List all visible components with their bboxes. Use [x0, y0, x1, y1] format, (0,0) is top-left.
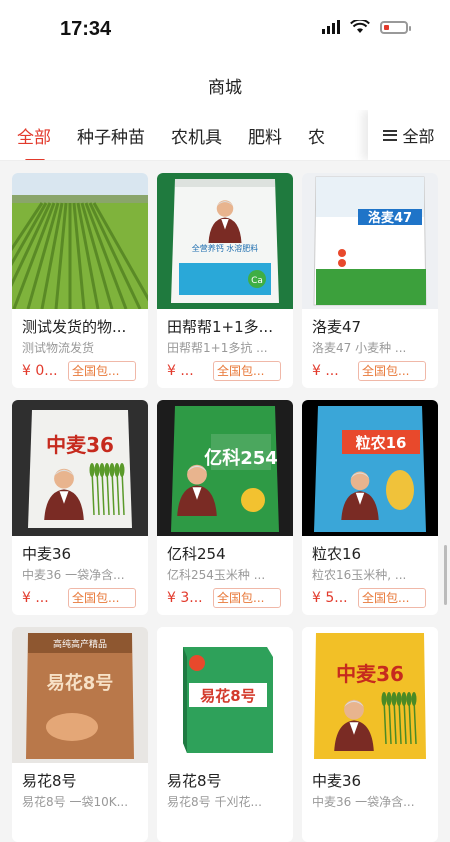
- shipping-tag: 全国包...: [68, 588, 136, 608]
- product-card[interactable]: 中麦36 中麦36 中麦36 一袋净含...: [302, 627, 438, 842]
- scrollbar[interactable]: [444, 545, 447, 605]
- battery-icon: [380, 20, 411, 34]
- shipping-tag: 全国包...: [213, 361, 281, 381]
- product-subtitle: 亿科254玉米种 ...: [167, 568, 266, 582]
- tab-2[interactable]: 农机具: [171, 123, 222, 148]
- product-image: 亿科254: [157, 400, 293, 536]
- product-card[interactable]: 中麦36 中麦36 中麦36 一袋净含... ¥ ... 全国包...: [12, 400, 148, 615]
- product-price: ¥ ...: [312, 363, 339, 379]
- product-subtitle: 田帮帮1+1多抗 ...: [167, 341, 268, 355]
- product-title: 中麦36: [312, 772, 362, 790]
- product-image: 粒农16: [302, 400, 438, 536]
- status-time: 17:34: [60, 18, 112, 40]
- svg-text:中麦36: 中麦36: [46, 433, 114, 457]
- product-image: 洛麦47: [302, 173, 438, 309]
- product-title: 易花8号: [22, 772, 77, 790]
- product-price: ¥ ...: [167, 363, 194, 379]
- product-card[interactable]: 洛麦47 洛麦47 洛麦47 小麦种 ... ¥ ... 全国包...: [302, 173, 438, 388]
- battery-level: [384, 24, 389, 30]
- product-image: 易花8号: [157, 627, 293, 763]
- svg-text:全营养钙 水溶肥料: 全营养钙 水溶肥料: [192, 243, 259, 253]
- product-title: 洛麦47: [312, 318, 362, 336]
- product-price: ¥ 3...: [167, 590, 203, 606]
- status-bar: 17:34: [0, 0, 450, 60]
- menu-icon: [383, 129, 398, 141]
- product-image: 全营养钙 水溶肥料 Ca: [157, 173, 293, 309]
- product-price: ¥ 0...: [22, 363, 58, 379]
- product-subtitle: 中麦36 一袋净含...: [22, 568, 125, 582]
- product-subtitle: 粒农16玉米种, ...: [312, 568, 407, 582]
- shipping-tag: 全国包...: [358, 361, 426, 381]
- product-card[interactable]: 亿科254 亿科254 亿科254玉米种 ... ¥ 3... 全国包...: [157, 400, 293, 615]
- tab-1[interactable]: 种子种苗: [77, 123, 145, 148]
- product-grid: 测试发货的物... 测试物流发货 ¥ 0... 全国包... 全营养钙 水溶肥料 Ca…: [12, 173, 440, 842]
- status-icons: [322, 20, 411, 34]
- product-card[interactable]: 全营养钙 水溶肥料 Ca 田帮帮1+1多... 田帮帮1+1多抗 ... ¥ ... 全…: [157, 173, 293, 388]
- product-card[interactable]: 高纯高产精品 易花8号 易花8号易花8号 一袋10K...: [12, 627, 148, 842]
- svg-text:亿科254: 亿科254: [204, 447, 278, 469]
- product-title: 亿科254: [167, 545, 226, 563]
- tab-3[interactable]: 肥料: [248, 123, 282, 148]
- product-title: 田帮帮1+1多...: [167, 318, 273, 336]
- category-tabs: 全部 种子种苗 农机具 肥料 农: [17, 110, 325, 160]
- product-subtitle: 洛麦47 小麦种 ...: [312, 341, 407, 355]
- svg-text:粒农16: 粒农16: [356, 434, 407, 452]
- product-subtitle: 易花8号 千刈花...: [167, 795, 262, 809]
- product-subtitle: 中麦36 一袋净含...: [312, 795, 415, 809]
- svg-text:洛麦47: 洛麦47: [368, 210, 412, 226]
- product-title: 易花8号: [167, 772, 222, 790]
- product-title: 中麦36: [22, 545, 72, 563]
- nav-bar: 商城: [0, 60, 450, 110]
- svg-text:易花8号: 易花8号: [200, 687, 255, 705]
- all-categories-button[interactable]: 全部: [368, 110, 450, 160]
- category-tab-bar: 全部 种子种苗 农机具 肥料 农 全部: [0, 110, 450, 161]
- svg-text:中麦36: 中麦36: [336, 662, 404, 686]
- svg-text:易花8号: 易花8号: [47, 672, 114, 694]
- product-price: ¥ ...: [22, 590, 49, 606]
- shipping-tag: 全国包...: [68, 361, 136, 381]
- page-title: 商城: [208, 77, 242, 98]
- tab-4[interactable]: 农: [308, 123, 325, 148]
- wifi-icon: [350, 20, 370, 33]
- product-title: 测试发货的物...: [22, 318, 127, 336]
- product-card[interactable]: 测试发货的物... 测试物流发货 ¥ 0... 全国包...: [12, 173, 148, 388]
- product-image: 中麦36: [12, 400, 148, 536]
- shipping-tag: 全国包...: [213, 588, 281, 608]
- svg-text:高纯高产精品: 高纯高产精品: [53, 638, 107, 650]
- product-subtitle: 易花8号 一袋10K...: [22, 795, 129, 809]
- shipping-tag: 全国包...: [358, 588, 426, 608]
- product-title: 粒农16: [312, 545, 362, 563]
- product-card[interactable]: 易花8号 易花8号易花8号 千刈花...: [157, 627, 293, 842]
- svg-text:Ca: Ca: [251, 276, 263, 286]
- product-card[interactable]: 粒农16 粒农16 粒农16玉米种, ... ¥ 5... 全国包...: [302, 400, 438, 615]
- all-categories-label: 全部: [402, 127, 435, 146]
- product-image: 高纯高产精品 易花8号: [12, 627, 148, 763]
- product-image: [12, 173, 148, 309]
- product-image: 中麦36: [302, 627, 438, 763]
- tab-0[interactable]: 全部: [17, 123, 51, 160]
- signal-icon: [322, 20, 340, 34]
- product-subtitle: 测试物流发货: [22, 341, 95, 355]
- product-price: ¥ 5...: [312, 590, 348, 606]
